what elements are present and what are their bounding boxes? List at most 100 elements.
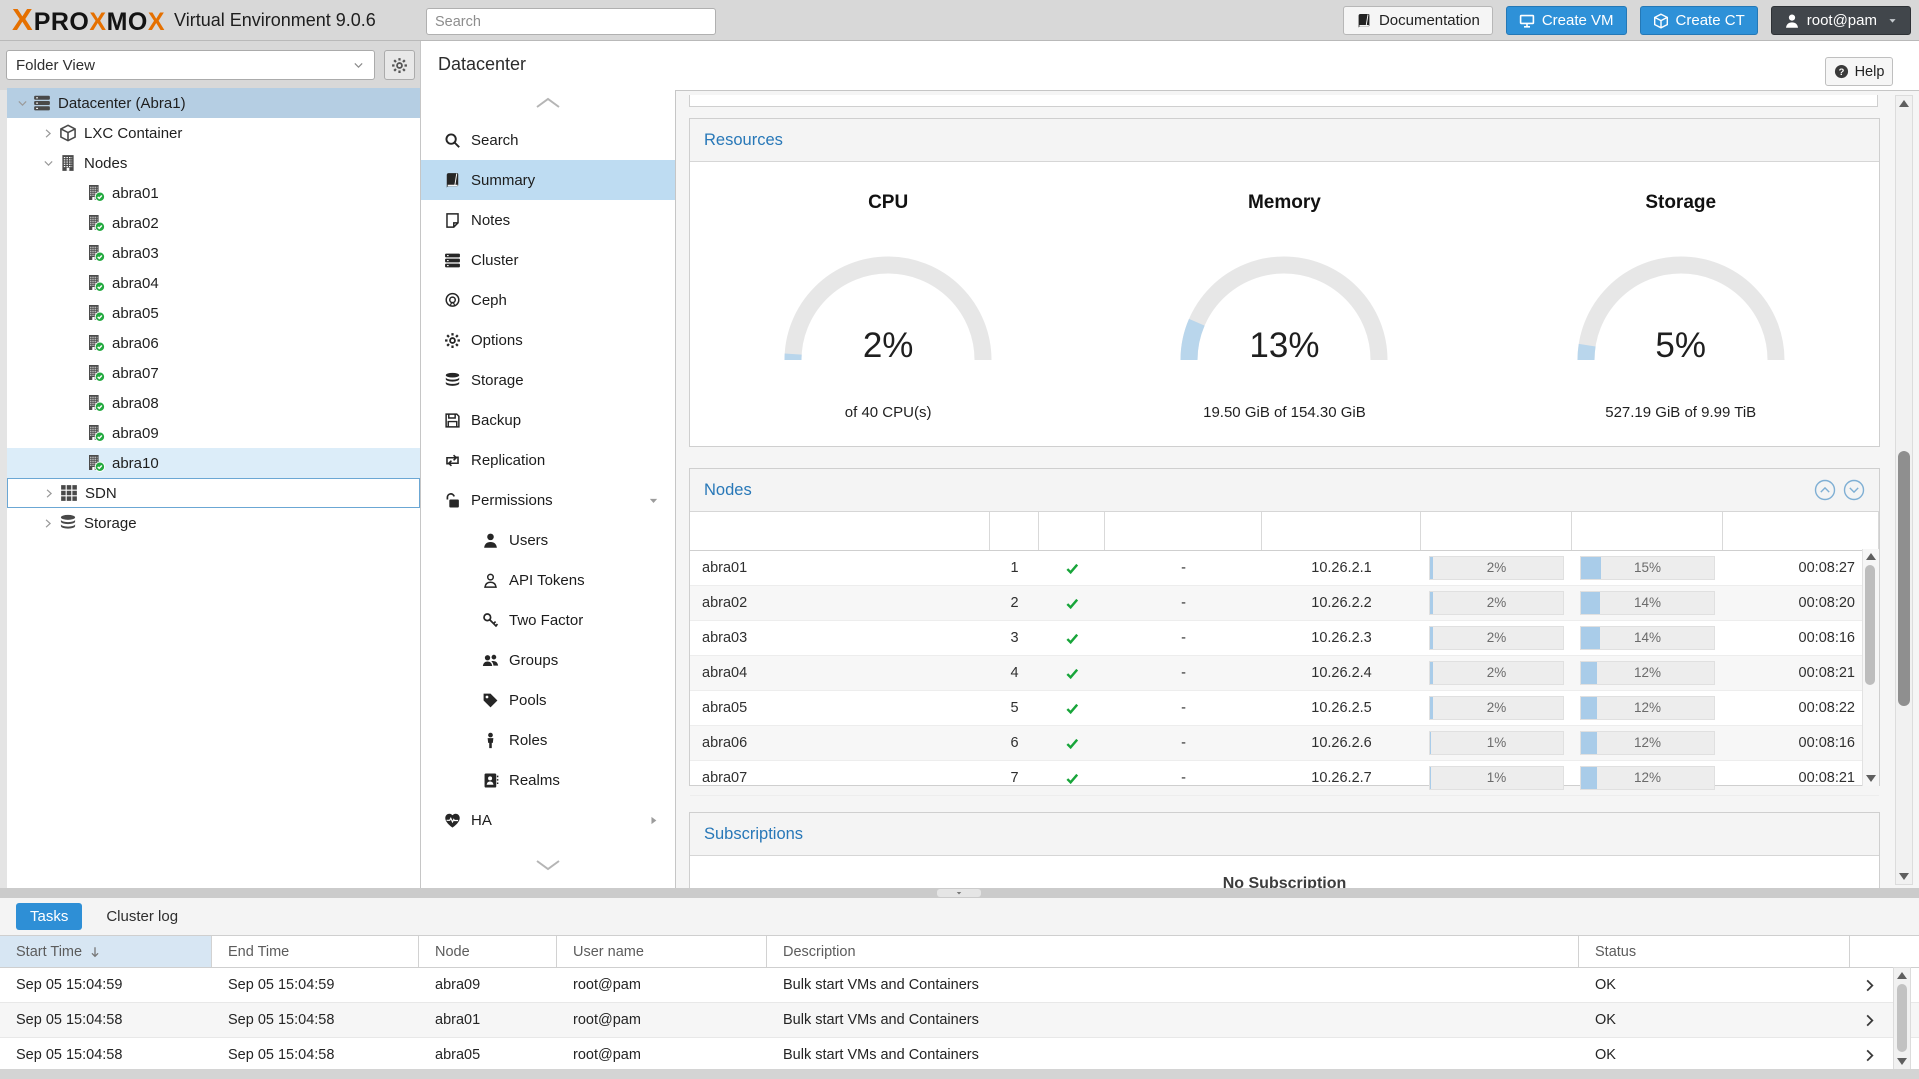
tree-item-abra05[interactable]: abra05 bbox=[7, 298, 420, 328]
tree-expander-icon[interactable] bbox=[41, 127, 56, 140]
scrollbar-thumb[interactable] bbox=[1897, 984, 1907, 1052]
panel-splitter[interactable] bbox=[0, 888, 1919, 898]
tree-expander-icon[interactable] bbox=[69, 187, 84, 200]
tree-expander-icon[interactable] bbox=[69, 307, 84, 320]
tree-item-abra09[interactable]: abra09 bbox=[7, 418, 420, 448]
nodes-table-scrollbar[interactable] bbox=[1862, 549, 1879, 786]
tab-cluster-log[interactable]: Cluster log bbox=[106, 908, 178, 925]
column-header-start-time[interactable]: Start Time bbox=[0, 936, 212, 967]
nav-item-permissions[interactable]: Permissions bbox=[420, 480, 675, 520]
nav-item-storage[interactable]: Storage bbox=[420, 360, 675, 400]
view-mode-select[interactable]: Folder View bbox=[6, 50, 375, 80]
nav-item-search[interactable]: Search bbox=[420, 120, 675, 160]
chevron-right-icon[interactable] bbox=[1862, 978, 1877, 993]
tree-item-storage[interactable]: Storage bbox=[7, 508, 420, 538]
tree-expander-icon[interactable] bbox=[69, 367, 84, 380]
scroll-up-arrow[interactable] bbox=[1866, 553, 1876, 560]
tree-expander-icon[interactable] bbox=[69, 277, 84, 290]
nav-item-ceph[interactable]: Ceph bbox=[420, 280, 675, 320]
tree-item-abra04[interactable]: abra04 bbox=[7, 268, 420, 298]
documentation-button[interactable]: Documentation bbox=[1343, 6, 1493, 35]
tree-item-abra10[interactable]: abra10 bbox=[7, 448, 420, 478]
tree-expander-icon[interactable] bbox=[15, 97, 30, 110]
scroll-up-arrow[interactable] bbox=[1897, 972, 1907, 979]
scrollbar-thumb[interactable] bbox=[1898, 451, 1910, 706]
nav-item-notes[interactable]: Notes bbox=[420, 200, 675, 240]
tree-expander-icon[interactable] bbox=[69, 457, 84, 470]
create-ct-button[interactable]: Create CT bbox=[1640, 6, 1758, 35]
node-row-abra02[interactable]: abra02 2 - 10.26.2.2 2% 14% 00:08:20 bbox=[690, 586, 1879, 621]
tree-expander-icon[interactable] bbox=[69, 427, 84, 440]
tree-expander-icon[interactable] bbox=[41, 157, 56, 170]
column-header-cpu-usage[interactable] bbox=[1421, 512, 1572, 550]
tree-expander-icon[interactable] bbox=[41, 517, 56, 530]
nav-scroll-up[interactable] bbox=[420, 94, 675, 112]
tree-item-nodes[interactable]: Nodes bbox=[7, 148, 420, 178]
nav-item-realms[interactable]: Realms bbox=[420, 760, 675, 800]
collapse-down-button[interactable] bbox=[1843, 479, 1865, 501]
scroll-down-arrow[interactable] bbox=[1866, 775, 1876, 782]
nav-item-options[interactable]: Options bbox=[420, 320, 675, 360]
column-header-id[interactable] bbox=[990, 512, 1039, 550]
splitter-handle[interactable] bbox=[937, 889, 981, 897]
column-header-status[interactable]: Status bbox=[1579, 936, 1850, 967]
nav-item-two-factor[interactable]: Two Factor bbox=[420, 600, 675, 640]
tree-expander-icon[interactable] bbox=[42, 487, 57, 500]
nav-scroll-down[interactable] bbox=[420, 856, 675, 874]
scroll-down-arrow[interactable] bbox=[1897, 1058, 1907, 1065]
node-row-abra04[interactable]: abra04 4 - 10.26.2.4 2% 12% 00:08:21 bbox=[690, 656, 1879, 691]
user-menu-button[interactable]: root@pam bbox=[1771, 6, 1911, 35]
column-header-server-address[interactable] bbox=[1262, 512, 1421, 550]
column-header-memory-usage[interactable] bbox=[1572, 512, 1723, 550]
tab-tasks[interactable]: Tasks bbox=[16, 903, 82, 930]
node-row-abra03[interactable]: abra03 3 - 10.26.2.3 2% 14% 00:08:16 bbox=[690, 621, 1879, 656]
tree-item-lxc-container[interactable]: LXC Container bbox=[7, 118, 420, 148]
main-scrollbar[interactable] bbox=[1895, 95, 1913, 885]
tree-item-abra07[interactable]: abra07 bbox=[7, 358, 420, 388]
column-header-name[interactable] bbox=[690, 512, 990, 550]
tree-expander-icon[interactable] bbox=[69, 247, 84, 260]
tree-expander-icon[interactable] bbox=[69, 217, 84, 230]
nav-item-roles[interactable]: Roles bbox=[420, 720, 675, 760]
node-row-abra01[interactable]: abra01 1 - 10.26.2.1 2% 15% 00:08:27 bbox=[690, 551, 1879, 586]
nav-item-pools[interactable]: Pools bbox=[420, 680, 675, 720]
task-row[interactable]: Sep 05 15:04:58 Sep 05 15:04:58 abra01 r… bbox=[0, 1003, 1919, 1038]
chevron-right-icon[interactable] bbox=[1862, 1013, 1877, 1028]
chevron-right-icon[interactable] bbox=[1862, 1048, 1877, 1063]
node-row-abra05[interactable]: abra05 5 - 10.26.2.5 2% 12% 00:08:22 bbox=[690, 691, 1879, 726]
column-header-description[interactable]: Description bbox=[767, 936, 1579, 967]
global-search-input[interactable] bbox=[426, 8, 716, 35]
column-header-support[interactable] bbox=[1105, 512, 1262, 550]
column-header-online[interactable] bbox=[1039, 512, 1105, 550]
tasks-scrollbar[interactable] bbox=[1893, 967, 1911, 1070]
tree-item-abra08[interactable]: abra08 bbox=[7, 388, 420, 418]
tree-item-abra03[interactable]: abra03 bbox=[7, 238, 420, 268]
node-row-abra06[interactable]: abra06 6 - 10.26.2.6 1% 12% 00:08:16 bbox=[690, 726, 1879, 761]
column-header-end-time[interactable]: End Time bbox=[212, 936, 419, 967]
nav-item-api-tokens[interactable]: API Tokens bbox=[420, 560, 675, 600]
collapse-up-button[interactable] bbox=[1814, 479, 1836, 501]
tree-expander-icon[interactable] bbox=[69, 397, 84, 410]
scroll-down-arrow[interactable] bbox=[1899, 873, 1909, 880]
column-header-uptime[interactable] bbox=[1723, 512, 1879, 550]
column-header-user-name[interactable]: User name bbox=[557, 936, 767, 967]
tree-settings-button[interactable] bbox=[384, 50, 415, 80]
tree-item-sdn[interactable]: SDN bbox=[7, 478, 420, 508]
nav-item-replication[interactable]: Replication bbox=[420, 440, 675, 480]
scroll-up-arrow[interactable] bbox=[1899, 100, 1909, 107]
task-row[interactable]: Sep 05 15:04:59 Sep 05 15:04:59 abra09 r… bbox=[0, 968, 1919, 1003]
nav-item-cluster[interactable]: Cluster bbox=[420, 240, 675, 280]
node-row-abra07[interactable]: abra07 7 - 10.26.2.7 1% 12% 00:08:21 bbox=[690, 761, 1879, 796]
scrollbar-thumb[interactable] bbox=[1865, 565, 1875, 685]
nav-item-ha[interactable]: HA bbox=[420, 800, 675, 840]
tree-expander-icon[interactable] bbox=[69, 337, 84, 350]
tree-item-abra01[interactable]: abra01 bbox=[7, 178, 420, 208]
help-button[interactable]: ? Help bbox=[1825, 57, 1893, 86]
nav-item-users[interactable]: Users bbox=[420, 520, 675, 560]
task-row[interactable]: Sep 05 15:04:58 Sep 05 15:04:58 abra05 r… bbox=[0, 1038, 1919, 1073]
tree-item-datacenter-abra1[interactable]: Datacenter (Abra1) bbox=[7, 88, 420, 118]
nav-item-groups[interactable]: Groups bbox=[420, 640, 675, 680]
nav-item-backup[interactable]: Backup bbox=[420, 400, 675, 440]
tree-item-abra06[interactable]: abra06 bbox=[7, 328, 420, 358]
column-header-node[interactable]: Node bbox=[419, 936, 557, 967]
